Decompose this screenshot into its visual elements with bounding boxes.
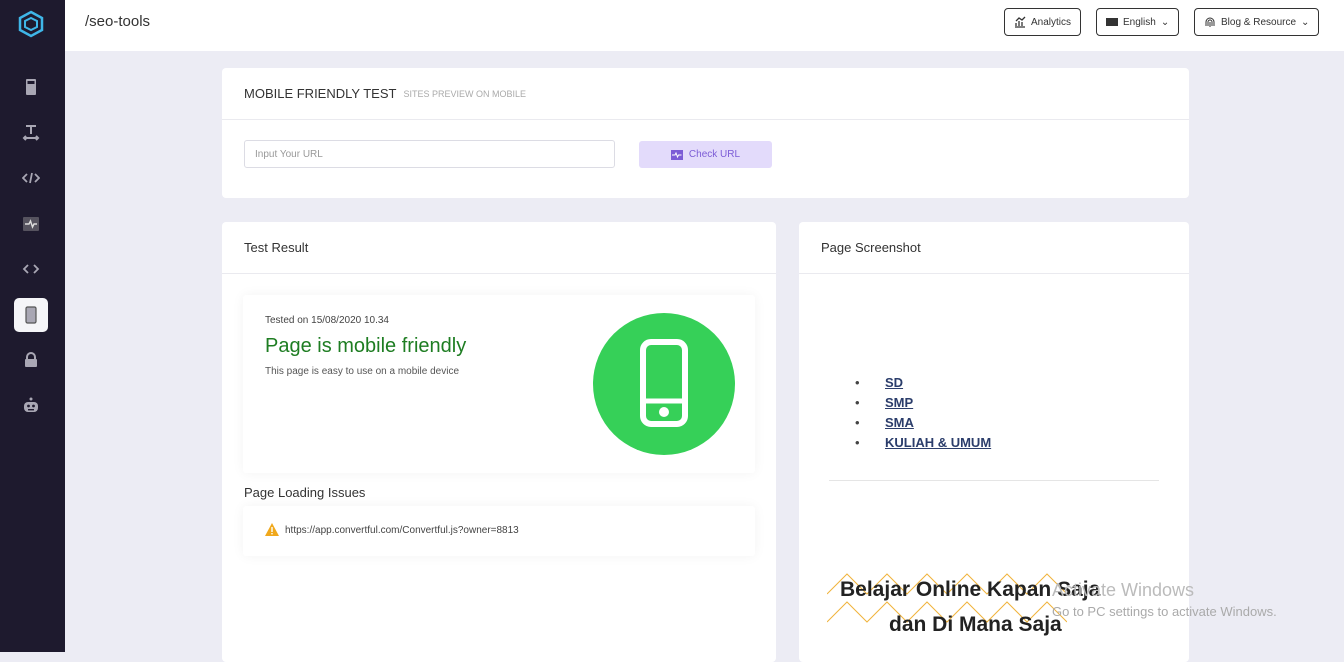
topbar: /seo-tools Analytics English ⌄ Blog & Res… — [65, 0, 1344, 51]
text-width-icon — [22, 125, 40, 141]
nav-robot[interactable] — [14, 389, 48, 423]
blog-resource-dropdown[interactable]: Blog & Resource ⌄ — [1194, 8, 1320, 36]
pulse-icon — [23, 217, 39, 231]
activate-windows-subtitle: Go to PC settings to activate Windows. — [1052, 604, 1277, 619]
nav-calculator[interactable] — [14, 70, 48, 104]
mobile-badge — [593, 313, 735, 455]
warning-icon — [265, 523, 279, 536]
nav-text-width[interactable] — [14, 116, 48, 150]
language-dropdown[interactable]: English ⌄ — [1096, 8, 1180, 36]
analytics-button[interactable]: Analytics — [1004, 8, 1082, 36]
nav-pulse[interactable] — [14, 207, 48, 241]
divider — [829, 480, 1159, 481]
test-result-card: Test Result Tested on 15/08/2020 10.34 P… — [222, 222, 776, 662]
breadcrumb: /seo-tools — [85, 13, 151, 30]
chevron-down-icon: ⌄ — [1160, 16, 1170, 28]
logo-icon[interactable] — [17, 10, 45, 38]
mobile-phone-icon — [640, 339, 688, 427]
nav-lock[interactable] — [14, 343, 48, 377]
nav-code-slash[interactable] — [14, 161, 48, 195]
translate-icon — [1106, 18, 1118, 26]
robot-icon — [24, 397, 38, 412]
pulse-icon — [670, 149, 683, 160]
chart-icon — [1015, 16, 1026, 28]
calculator-icon — [26, 79, 36, 95]
code-icon — [22, 264, 40, 274]
result-panel: Tested on 15/08/2020 10.34 Page is mobil… — [243, 295, 755, 473]
screenshot-link-list: • SD • SMP • SMA • KULIAH & UMUM — [855, 374, 992, 450]
result-headline: Page is mobile friendly — [265, 335, 467, 357]
mobile-icon — [25, 306, 37, 324]
link-sd[interactable]: SD — [885, 375, 903, 390]
card-title: Page Screenshot — [799, 222, 1189, 274]
result-description: This page is easy to use on a mobile dev… — [265, 366, 459, 377]
nav-mobile[interactable] — [14, 298, 48, 332]
fingerprint-icon — [1205, 17, 1215, 27]
card-subtitle: SITES PREVIEW ON MOBILE — [403, 88, 526, 99]
sidebar — [0, 0, 65, 652]
code-slash-icon — [22, 172, 40, 184]
issue-url[interactable]: https://app.convertful.com/Convertful.js… — [285, 525, 519, 536]
card-title: MOBILE FRIENDLY TEST — [244, 86, 397, 101]
banner-line-2: dan Di Mana Saja — [889, 613, 1062, 636]
link-kuliah-umum[interactable]: KULIAH & UMUM — [885, 435, 991, 450]
link-sma[interactable]: SMA — [885, 415, 914, 430]
activate-windows-title: Activate Windows — [1052, 580, 1195, 600]
url-input[interactable]: Input Your URL — [244, 140, 615, 168]
issue-item: https://app.convertful.com/Convertful.js… — [243, 506, 755, 556]
chevron-down-icon: ⌄ — [1301, 16, 1310, 28]
nav-code[interactable] — [14, 252, 48, 286]
tested-on: Tested on 15/08/2020 10.34 — [265, 315, 389, 326]
loading-issues-title: Page Loading Issues — [244, 485, 366, 500]
lock-icon — [25, 352, 37, 367]
check-url-button[interactable]: Check URL — [639, 141, 772, 168]
mobile-test-card: MOBILE FRIENDLY TEST SITES PREVIEW ON MOB… — [222, 68, 1189, 198]
card-title: Test Result — [222, 222, 776, 274]
link-smp[interactable]: SMP — [885, 395, 913, 410]
